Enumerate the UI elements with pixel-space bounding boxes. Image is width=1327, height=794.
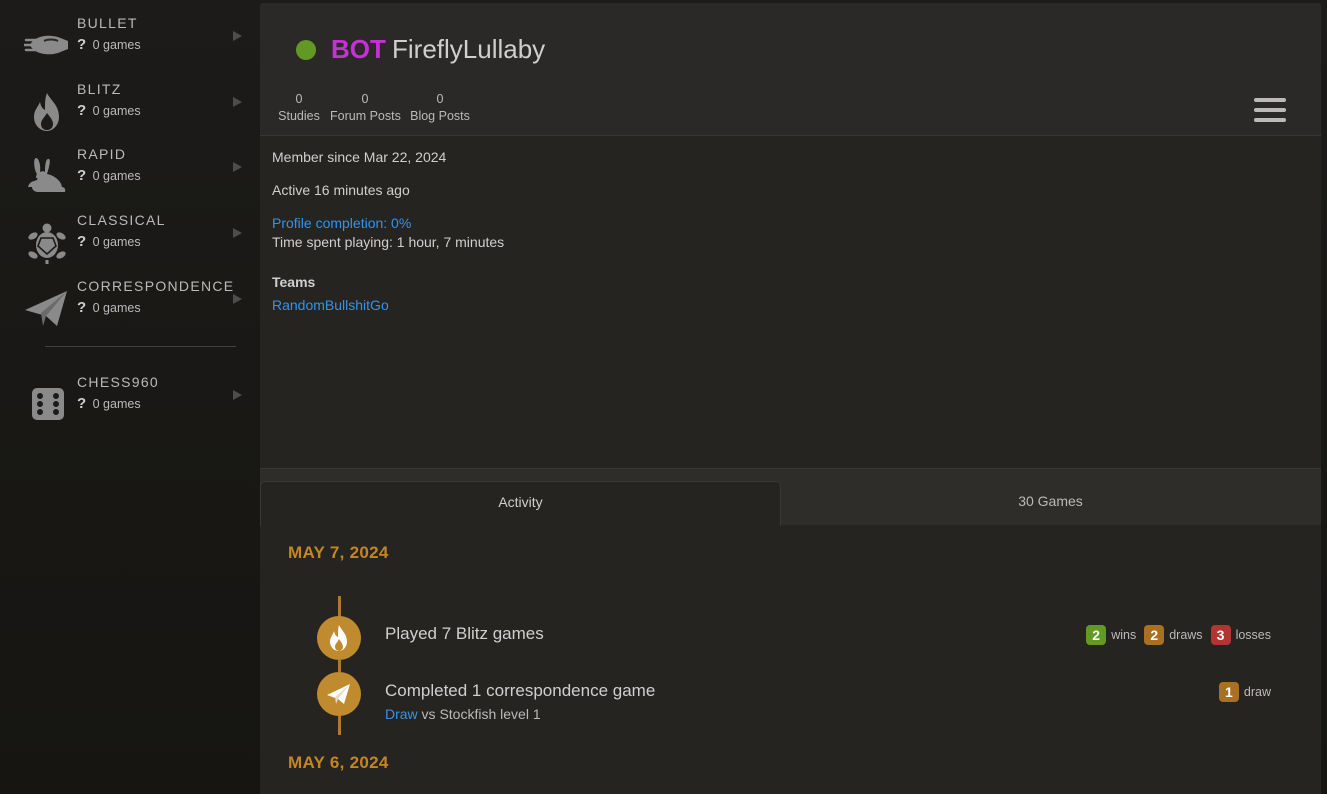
profile-completion-link[interactable]: Profile completion: 0% <box>272 215 411 231</box>
rating-sidebar: BULLET ? 0 games BLITZ ? 0 games RAPID ?… <box>0 0 258 794</box>
perf-rating-value: ? <box>77 167 87 184</box>
timeline-line <box>338 596 341 618</box>
paper-plane-icon <box>24 286 70 332</box>
profile-tabs: Activity 30 Games <box>260 468 1321 526</box>
perf-name: RAPID <box>77 146 127 162</box>
team-link[interactable]: RandomBullshitGo <box>272 297 389 313</box>
perf-name: BLITZ <box>77 81 122 97</box>
draws-label: draw <box>1243 685 1271 699</box>
draws-count: 1 <box>1218 682 1239 702</box>
arrow-right-icon <box>233 162 242 172</box>
paper-plane-icon <box>317 672 361 716</box>
activity-text: Completed 1 correspondence game <box>385 681 656 700</box>
rabbit-icon <box>24 154 70 200</box>
perf-games-count: 0 games <box>92 38 141 52</box>
sidebar-divider <box>45 346 236 347</box>
arrow-right-icon <box>233 294 242 304</box>
fire-icon <box>317 616 361 660</box>
last-active: Active 16 minutes ago <box>272 182 410 198</box>
activity-game-result: Draw vs Stockfish level 1 <box>385 706 541 722</box>
stat-label: Studies <box>278 109 320 123</box>
perf-name: CHESS960 <box>77 374 159 390</box>
stat-value: 0 <box>361 92 369 106</box>
perf-rating: ? 0 games <box>77 102 141 120</box>
perf-games-count: 0 games <box>92 397 141 411</box>
activity-date: MAY 6, 2024 <box>288 753 389 772</box>
perf-rating-value: ? <box>77 233 87 250</box>
wins-label: wins <box>1111 628 1137 642</box>
stat-value: 0 <box>295 92 303 106</box>
activity-date: MAY 7, 2024 <box>288 543 389 562</box>
arrow-right-icon <box>233 97 242 107</box>
perf-games-count: 0 games <box>92 104 141 118</box>
timeline-line <box>338 715 341 735</box>
perf-rating: ? 0 games <box>77 395 141 413</box>
online-status-icon <box>296 40 316 60</box>
perf-rating: ? 0 games <box>77 36 141 54</box>
perf-rating-value: ? <box>77 395 87 412</box>
profile-panel: BOT FireflyLullaby 0 Studies 0 Forum Pos… <box>260 3 1321 794</box>
perf-name: BULLET <box>77 15 138 31</box>
perf-blitz[interactable]: BLITZ ? 0 games <box>0 81 258 139</box>
perf-rating-value: ? <box>77 36 87 53</box>
page: BULLET ? 0 games BLITZ ? 0 games RAPID ?… <box>0 0 1327 794</box>
perf-classical[interactable]: CLASSICAL ? 0 games <box>0 212 258 270</box>
activity-text: Played 7 Blitz games <box>385 624 544 643</box>
turtle-icon <box>24 220 70 266</box>
perf-name: CLASSICAL <box>77 212 166 228</box>
perf-rapid[interactable]: RAPID ? 0 games <box>0 146 258 204</box>
perf-rating-value: ? <box>77 102 87 119</box>
profile-completion-row: Profile completion: 0% <box>272 215 411 231</box>
perf-rating: ? 0 games <box>77 233 141 251</box>
team-row: RandomBullshitGo <box>272 297 389 313</box>
perf-bullet[interactable]: BULLET ? 0 games <box>0 15 258 73</box>
wins-count: 2 <box>1086 625 1107 645</box>
stat-value: 0 <box>436 92 444 106</box>
profile-header: BOT FireflyLullaby 0 Studies 0 Forum Pos… <box>260 3 1321 136</box>
game-result-link[interactable]: Draw <box>385 706 418 722</box>
timeline-line <box>338 660 341 672</box>
stat-label: Forum Posts <box>330 109 401 123</box>
losses-count: 3 <box>1210 625 1231 645</box>
opponent-text: vs Stockfish level 1 <box>417 706 541 722</box>
time-spent-playing: Time spent playing: 1 hour, 7 minutes <box>272 234 505 250</box>
perf-rating: ? 0 games <box>77 167 141 185</box>
draws-count: 2 <box>1144 625 1165 645</box>
tab-activity[interactable]: Activity <box>260 481 781 526</box>
username: FireflyLullaby <box>392 34 546 64</box>
fire-icon <box>24 89 70 135</box>
tab-games[interactable]: 30 Games <box>790 481 1311 525</box>
arrow-right-icon <box>233 390 242 400</box>
perf-games-count: 0 games <box>92 301 141 315</box>
bullet-icon <box>22 23 70 69</box>
stat-blog-posts[interactable]: 0 Blog Posts <box>408 91 472 125</box>
arrow-right-icon <box>233 31 242 41</box>
member-since: Member since Mar 22, 2024 <box>272 149 447 165</box>
draws-label: draws <box>1169 628 1203 642</box>
teams-heading: Teams <box>272 274 316 290</box>
arrow-right-icon <box>233 228 242 238</box>
stat-studies[interactable]: 0 Studies <box>276 91 322 125</box>
stat-forum-posts[interactable]: 0 Forum Posts <box>330 91 401 125</box>
activity-score: 1 draw <box>1218 682 1271 702</box>
perf-correspondence[interactable]: CORRESPONDENCE ? 0 games <box>0 278 258 336</box>
losses-label: losses <box>1235 628 1271 642</box>
stat-label: Blog Posts <box>410 109 470 123</box>
perf-chess960[interactable]: CHESS960 ? 0 games <box>0 374 258 432</box>
dice-icon <box>24 382 70 428</box>
hamburger-menu-icon[interactable] <box>1254 98 1286 122</box>
perf-games-count: 0 games <box>92 235 141 249</box>
activity-score: 2 wins 2 draws 3 losses <box>1086 625 1271 645</box>
perf-games-count: 0 games <box>92 169 141 183</box>
perf-rating: ? 0 games <box>77 299 141 317</box>
bot-title-badge: BOT <box>331 34 386 64</box>
perf-name: CORRESPONDENCE <box>77 278 235 294</box>
perf-rating-value: ? <box>77 299 87 316</box>
